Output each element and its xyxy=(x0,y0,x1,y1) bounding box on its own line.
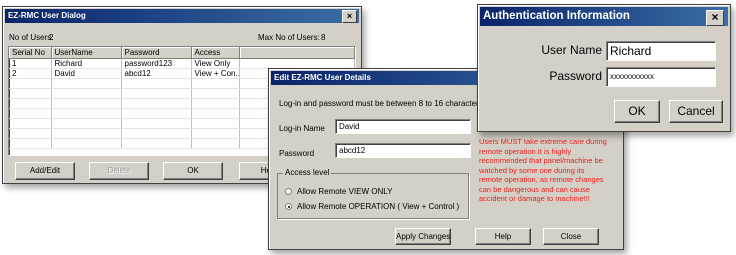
user-dialog-titlebar: EZ-RMC User Dialog xyxy=(5,9,359,23)
close-icon[interactable]: × xyxy=(342,10,357,23)
table-cell: Richard xyxy=(51,58,122,69)
table-cell: David xyxy=(51,68,122,79)
table-cell: 1 xyxy=(9,58,52,69)
column-header[interactable]: Serial No xyxy=(9,47,52,59)
password-label: Password xyxy=(549,69,602,83)
access-level-group xyxy=(277,173,469,219)
table-row[interactable]: 1 Richard password123 View Only xyxy=(9,58,355,69)
login-name-label: Log-in Name xyxy=(279,124,325,133)
auth-dialog-window: Authentication Information × User Name R… xyxy=(477,4,731,132)
table-cell: View + Con... xyxy=(191,68,240,79)
login-name-input[interactable]: David xyxy=(335,119,471,134)
auth-dialog-titlebar: Authentication Information xyxy=(480,7,728,26)
warning-text: Users MUST take extreme care during remo… xyxy=(479,137,607,203)
table-cell: View Only xyxy=(191,58,240,69)
length-note: Log-in and password must be between 8 to… xyxy=(279,99,483,108)
password-input[interactable]: abcd12 xyxy=(335,143,471,158)
max-users-label: Max No of Users: xyxy=(258,33,320,42)
username-label: User Name xyxy=(541,43,602,57)
radio-remote-operation-label[interactable]: Allow Remote OPERATION ( View + Control … xyxy=(297,202,459,211)
column-header[interactable]: UserName xyxy=(51,47,122,59)
add-edit-button[interactable]: Add/Edit xyxy=(15,162,75,180)
column-header-empty xyxy=(239,47,355,59)
column-header[interactable]: Access xyxy=(191,47,240,59)
radio-remote-operation[interactable] xyxy=(285,203,292,210)
table-cell: password123 xyxy=(121,58,192,69)
password-input[interactable]: xxxxxxxxxxx xyxy=(606,67,716,87)
radio-view-only-label[interactable]: Allow Remote VIEW ONLY xyxy=(297,187,392,196)
ok-button[interactable]: OK xyxy=(614,100,660,123)
num-users-value: 2 xyxy=(49,33,54,42)
column-header[interactable]: Password xyxy=(121,47,192,59)
password-label: Password xyxy=(279,149,315,158)
max-users-value: 8 xyxy=(321,33,326,42)
help-button[interactable]: Help xyxy=(475,228,531,245)
username-input[interactable]: Richard xyxy=(606,41,716,61)
radio-view-only[interactable] xyxy=(285,188,292,195)
delete-button[interactable]: Delete xyxy=(89,162,149,180)
close-button[interactable]: Close xyxy=(543,228,599,245)
table-cell: 2 xyxy=(9,68,52,79)
ok-button[interactable]: OK xyxy=(163,162,223,180)
close-icon[interactable]: × xyxy=(706,10,724,26)
table-cell: abcd12 xyxy=(121,68,192,79)
num-users-label: No of Users: xyxy=(9,33,54,42)
table-header-row: Serial No UserName Password Access xyxy=(9,47,355,59)
access-level-label: Access level xyxy=(283,168,332,177)
apply-changes-button[interactable]: Apply Changes xyxy=(395,228,451,245)
cancel-button[interactable]: Cancel xyxy=(669,100,723,123)
